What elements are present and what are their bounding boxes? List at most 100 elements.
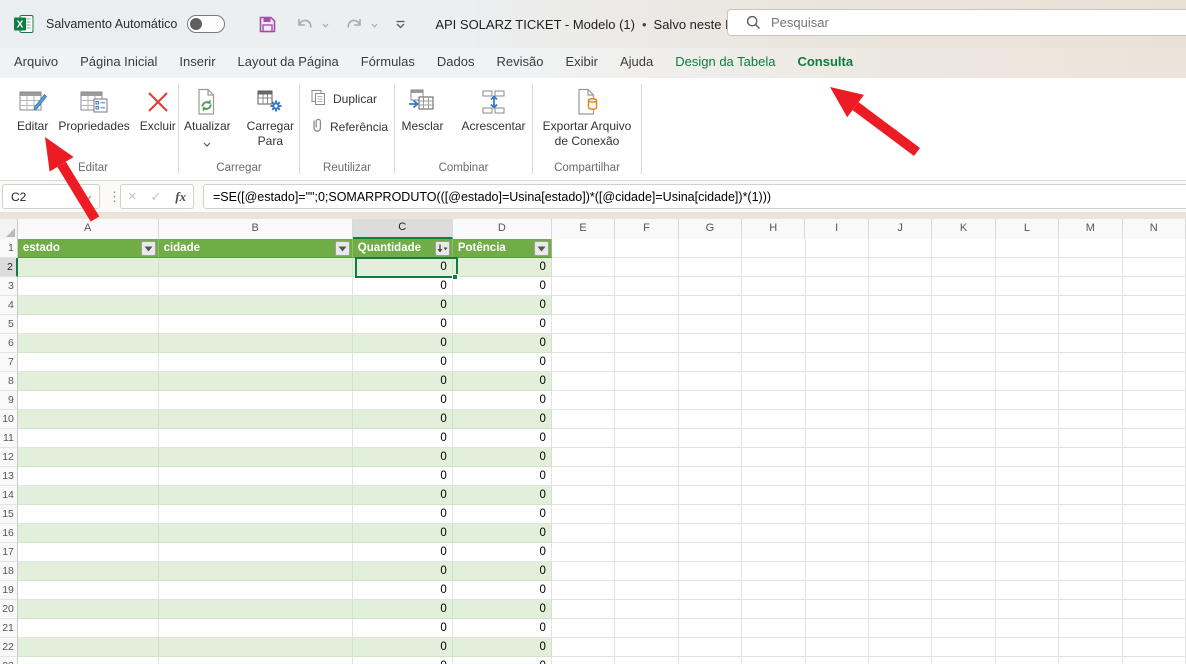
column-header-M[interactable]: M — [1059, 219, 1122, 239]
cell-M23[interactable] — [1059, 657, 1122, 664]
cell-D8[interactable]: 0 — [453, 372, 552, 391]
cell-C12[interactable]: 0 — [353, 448, 453, 467]
cell-F4[interactable] — [615, 296, 678, 315]
cell-K16[interactable] — [932, 524, 995, 543]
cell-L23[interactable] — [996, 657, 1059, 664]
cell-C20[interactable]: 0 — [353, 600, 453, 619]
cell-H2[interactable] — [742, 258, 805, 277]
row-header-4[interactable]: 4 — [0, 296, 18, 315]
cell-B16[interactable] — [159, 524, 353, 543]
cell-K14[interactable] — [932, 486, 995, 505]
cell-D3[interactable]: 0 — [453, 277, 552, 296]
cell-A3[interactable] — [18, 277, 159, 296]
cell-G6[interactable] — [679, 334, 742, 353]
cell-A5[interactable] — [18, 315, 159, 334]
cell-G16[interactable] — [679, 524, 742, 543]
cell-C9[interactable]: 0 — [353, 391, 453, 410]
cell-J17[interactable] — [869, 543, 932, 562]
tab-arquivo[interactable]: Arquivo — [3, 48, 69, 78]
cell-B5[interactable] — [159, 315, 353, 334]
tab-dados[interactable]: Dados — [426, 48, 486, 78]
cell-G23[interactable] — [679, 657, 742, 664]
cell-L16[interactable] — [996, 524, 1059, 543]
cell-G8[interactable] — [679, 372, 742, 391]
formula-input[interactable]: =SE([@estado]="";0;SOMARPRODUTO(([@estad… — [203, 184, 1186, 209]
search-box[interactable] — [727, 9, 1186, 36]
cell-H20[interactable] — [742, 600, 805, 619]
cell-D20[interactable]: 0 — [453, 600, 552, 619]
cell-E9[interactable] — [552, 391, 615, 410]
cell-A2[interactable] — [18, 258, 159, 277]
cell-F1[interactable] — [615, 239, 678, 258]
cell-C6[interactable]: 0 — [353, 334, 453, 353]
cell-J6[interactable] — [869, 334, 932, 353]
column-header-F[interactable]: F — [615, 219, 678, 239]
cell-I9[interactable] — [806, 391, 869, 410]
cell-L13[interactable] — [996, 467, 1059, 486]
cell-D6[interactable]: 0 — [453, 334, 552, 353]
cell-F23[interactable] — [615, 657, 678, 664]
cell-H17[interactable] — [742, 543, 805, 562]
cell-G7[interactable] — [679, 353, 742, 372]
cell-J7[interactable] — [869, 353, 932, 372]
cell-H12[interactable] — [742, 448, 805, 467]
cell-A12[interactable] — [18, 448, 159, 467]
cell-L15[interactable] — [996, 505, 1059, 524]
cell-H14[interactable] — [742, 486, 805, 505]
row-header-20[interactable]: 20 — [0, 600, 18, 619]
cell-F13[interactable] — [615, 467, 678, 486]
cell-B18[interactable] — [159, 562, 353, 581]
cell-M3[interactable] — [1059, 277, 1122, 296]
cell-L7[interactable] — [996, 353, 1059, 372]
cell-D15[interactable]: 0 — [453, 505, 552, 524]
tab-consulta[interactable]: Consulta — [786, 48, 864, 78]
cell-E22[interactable] — [552, 638, 615, 657]
mesclar-button[interactable]: Mesclar — [396, 83, 448, 136]
cell-N19[interactable] — [1123, 581, 1186, 600]
cell-M13[interactable] — [1059, 467, 1122, 486]
cell-K10[interactable] — [932, 410, 995, 429]
cell-J2[interactable] — [869, 258, 932, 277]
cell-L11[interactable] — [996, 429, 1059, 448]
cell-N4[interactable] — [1123, 296, 1186, 315]
cell-H6[interactable] — [742, 334, 805, 353]
cell-G3[interactable] — [679, 277, 742, 296]
cell-H15[interactable] — [742, 505, 805, 524]
cell-J22[interactable] — [869, 638, 932, 657]
cell-F7[interactable] — [615, 353, 678, 372]
cell-D9[interactable]: 0 — [453, 391, 552, 410]
cell-F18[interactable] — [615, 562, 678, 581]
cell-L8[interactable] — [996, 372, 1059, 391]
cell-E19[interactable] — [552, 581, 615, 600]
cell-I17[interactable] — [806, 543, 869, 562]
cell-J14[interactable] — [869, 486, 932, 505]
cell-G15[interactable] — [679, 505, 742, 524]
cell-F5[interactable] — [615, 315, 678, 334]
cell-A16[interactable] — [18, 524, 159, 543]
cell-E23[interactable] — [552, 657, 615, 664]
cell-F14[interactable] — [615, 486, 678, 505]
cell-I23[interactable] — [806, 657, 869, 664]
cell-D12[interactable]: 0 — [453, 448, 552, 467]
cell-I6[interactable] — [806, 334, 869, 353]
cell-J11[interactable] — [869, 429, 932, 448]
cell-C13[interactable]: 0 — [353, 467, 453, 486]
cell-D13[interactable]: 0 — [453, 467, 552, 486]
row-header-12[interactable]: 12 — [0, 448, 18, 467]
cell-E5[interactable] — [552, 315, 615, 334]
cell-J18[interactable] — [869, 562, 932, 581]
cell-A8[interactable] — [18, 372, 159, 391]
cell-E3[interactable] — [552, 277, 615, 296]
cell-I15[interactable] — [806, 505, 869, 524]
column-header-N[interactable]: N — [1123, 219, 1186, 239]
cell-F10[interactable] — [615, 410, 678, 429]
cell-L18[interactable] — [996, 562, 1059, 581]
cell-K18[interactable] — [932, 562, 995, 581]
cell-K9[interactable] — [932, 391, 995, 410]
cell-H18[interactable] — [742, 562, 805, 581]
cell-H8[interactable] — [742, 372, 805, 391]
cell-D5[interactable]: 0 — [453, 315, 552, 334]
cell-J23[interactable] — [869, 657, 932, 664]
cell-I16[interactable] — [806, 524, 869, 543]
row-header-23[interactable]: 23 — [0, 657, 18, 664]
